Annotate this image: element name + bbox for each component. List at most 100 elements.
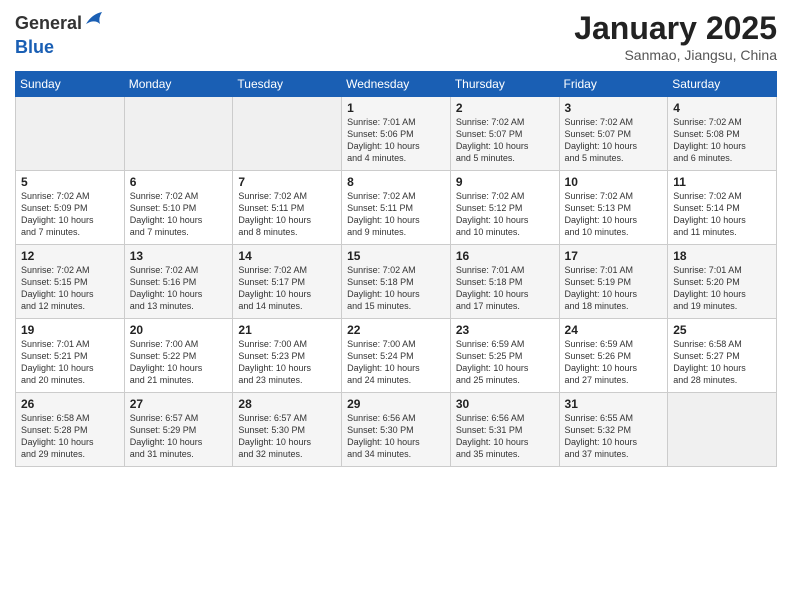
week-row-1: 1Sunrise: 7:01 AMSunset: 5:06 PMDaylight… xyxy=(16,97,777,171)
day-number: 13 xyxy=(130,249,228,263)
day-number: 11 xyxy=(673,175,771,189)
day-number: 9 xyxy=(456,175,554,189)
table-cell: 3Sunrise: 7:02 AMSunset: 5:07 PMDaylight… xyxy=(559,97,668,171)
table-cell: 1Sunrise: 7:01 AMSunset: 5:06 PMDaylight… xyxy=(342,97,451,171)
day-number: 8 xyxy=(347,175,445,189)
day-number: 21 xyxy=(238,323,336,337)
table-cell: 16Sunrise: 7:01 AMSunset: 5:18 PMDayligh… xyxy=(450,245,559,319)
day-info: Sunrise: 7:01 AMSunset: 5:20 PMDaylight:… xyxy=(673,264,771,313)
day-info: Sunrise: 7:02 AMSunset: 5:13 PMDaylight:… xyxy=(565,190,663,239)
logo: General Blue xyxy=(15,10,104,58)
table-cell: 14Sunrise: 7:02 AMSunset: 5:17 PMDayligh… xyxy=(233,245,342,319)
day-info: Sunrise: 7:01 AMSunset: 5:06 PMDaylight:… xyxy=(347,116,445,165)
table-cell: 11Sunrise: 7:02 AMSunset: 5:14 PMDayligh… xyxy=(668,171,777,245)
table-cell: 29Sunrise: 6:56 AMSunset: 5:30 PMDayligh… xyxy=(342,393,451,467)
table-cell xyxy=(233,97,342,171)
table-cell xyxy=(668,393,777,467)
table-cell: 15Sunrise: 7:02 AMSunset: 5:18 PMDayligh… xyxy=(342,245,451,319)
table-cell: 13Sunrise: 7:02 AMSunset: 5:16 PMDayligh… xyxy=(124,245,233,319)
col-thursday: Thursday xyxy=(450,72,559,97)
col-tuesday: Tuesday xyxy=(233,72,342,97)
day-number: 16 xyxy=(456,249,554,263)
table-cell: 6Sunrise: 7:02 AMSunset: 5:10 PMDaylight… xyxy=(124,171,233,245)
day-number: 26 xyxy=(21,397,119,411)
day-info: Sunrise: 6:56 AMSunset: 5:30 PMDaylight:… xyxy=(347,412,445,461)
day-number: 6 xyxy=(130,175,228,189)
day-number: 30 xyxy=(456,397,554,411)
day-info: Sunrise: 7:02 AMSunset: 5:18 PMDaylight:… xyxy=(347,264,445,313)
weekday-header-row: Sunday Monday Tuesday Wednesday Thursday… xyxy=(16,72,777,97)
col-wednesday: Wednesday xyxy=(342,72,451,97)
day-info: Sunrise: 7:00 AMSunset: 5:24 PMDaylight:… xyxy=(347,338,445,387)
table-cell: 7Sunrise: 7:02 AMSunset: 5:11 PMDaylight… xyxy=(233,171,342,245)
day-info: Sunrise: 6:58 AMSunset: 5:27 PMDaylight:… xyxy=(673,338,771,387)
day-info: Sunrise: 6:55 AMSunset: 5:32 PMDaylight:… xyxy=(565,412,663,461)
day-info: Sunrise: 7:02 AMSunset: 5:09 PMDaylight:… xyxy=(21,190,119,239)
col-sunday: Sunday xyxy=(16,72,125,97)
table-cell: 21Sunrise: 7:00 AMSunset: 5:23 PMDayligh… xyxy=(233,319,342,393)
day-info: Sunrise: 6:57 AMSunset: 5:29 PMDaylight:… xyxy=(130,412,228,461)
day-number: 22 xyxy=(347,323,445,337)
day-info: Sunrise: 6:56 AMSunset: 5:31 PMDaylight:… xyxy=(456,412,554,461)
table-cell: 28Sunrise: 6:57 AMSunset: 5:30 PMDayligh… xyxy=(233,393,342,467)
logo-blue: Blue xyxy=(15,37,54,57)
logo-general: General xyxy=(15,14,82,34)
table-cell: 26Sunrise: 6:58 AMSunset: 5:28 PMDayligh… xyxy=(16,393,125,467)
day-info: Sunrise: 7:02 AMSunset: 5:14 PMDaylight:… xyxy=(673,190,771,239)
day-number: 2 xyxy=(456,101,554,115)
day-number: 4 xyxy=(673,101,771,115)
day-number: 1 xyxy=(347,101,445,115)
col-monday: Monday xyxy=(124,72,233,97)
table-cell: 22Sunrise: 7:00 AMSunset: 5:24 PMDayligh… xyxy=(342,319,451,393)
day-info: Sunrise: 6:59 AMSunset: 5:25 PMDaylight:… xyxy=(456,338,554,387)
week-row-5: 26Sunrise: 6:58 AMSunset: 5:28 PMDayligh… xyxy=(16,393,777,467)
day-info: Sunrise: 7:01 AMSunset: 5:21 PMDaylight:… xyxy=(21,338,119,387)
day-info: Sunrise: 7:02 AMSunset: 5:11 PMDaylight:… xyxy=(347,190,445,239)
day-number: 29 xyxy=(347,397,445,411)
table-cell: 2Sunrise: 7:02 AMSunset: 5:07 PMDaylight… xyxy=(450,97,559,171)
table-cell: 23Sunrise: 6:59 AMSunset: 5:25 PMDayligh… xyxy=(450,319,559,393)
table-cell: 19Sunrise: 7:01 AMSunset: 5:21 PMDayligh… xyxy=(16,319,125,393)
day-info: Sunrise: 7:02 AMSunset: 5:07 PMDaylight:… xyxy=(565,116,663,165)
table-cell: 30Sunrise: 6:56 AMSunset: 5:31 PMDayligh… xyxy=(450,393,559,467)
day-info: Sunrise: 7:02 AMSunset: 5:15 PMDaylight:… xyxy=(21,264,119,313)
table-cell: 12Sunrise: 7:02 AMSunset: 5:15 PMDayligh… xyxy=(16,245,125,319)
day-number: 17 xyxy=(565,249,663,263)
table-cell: 31Sunrise: 6:55 AMSunset: 5:32 PMDayligh… xyxy=(559,393,668,467)
day-info: Sunrise: 7:02 AMSunset: 5:07 PMDaylight:… xyxy=(456,116,554,165)
logo-bird-icon xyxy=(84,10,104,38)
table-cell: 18Sunrise: 7:01 AMSunset: 5:20 PMDayligh… xyxy=(668,245,777,319)
table-cell: 27Sunrise: 6:57 AMSunset: 5:29 PMDayligh… xyxy=(124,393,233,467)
day-number: 18 xyxy=(673,249,771,263)
day-number: 5 xyxy=(21,175,119,189)
day-info: Sunrise: 6:58 AMSunset: 5:28 PMDaylight:… xyxy=(21,412,119,461)
table-cell: 8Sunrise: 7:02 AMSunset: 5:11 PMDaylight… xyxy=(342,171,451,245)
day-number: 25 xyxy=(673,323,771,337)
day-number: 20 xyxy=(130,323,228,337)
calendar: Sunday Monday Tuesday Wednesday Thursday… xyxy=(15,71,777,467)
day-info: Sunrise: 6:59 AMSunset: 5:26 PMDaylight:… xyxy=(565,338,663,387)
page: General Blue January 2025 Sanmao, Jiangs… xyxy=(0,0,792,612)
day-info: Sunrise: 7:00 AMSunset: 5:23 PMDaylight:… xyxy=(238,338,336,387)
table-cell xyxy=(16,97,125,171)
day-number: 3 xyxy=(565,101,663,115)
day-info: Sunrise: 7:02 AMSunset: 5:17 PMDaylight:… xyxy=(238,264,336,313)
table-cell: 17Sunrise: 7:01 AMSunset: 5:19 PMDayligh… xyxy=(559,245,668,319)
table-cell: 24Sunrise: 6:59 AMSunset: 5:26 PMDayligh… xyxy=(559,319,668,393)
day-info: Sunrise: 6:57 AMSunset: 5:30 PMDaylight:… xyxy=(238,412,336,461)
table-cell xyxy=(124,97,233,171)
day-info: Sunrise: 7:00 AMSunset: 5:22 PMDaylight:… xyxy=(130,338,228,387)
table-cell: 9Sunrise: 7:02 AMSunset: 5:12 PMDaylight… xyxy=(450,171,559,245)
day-info: Sunrise: 7:02 AMSunset: 5:08 PMDaylight:… xyxy=(673,116,771,165)
week-row-4: 19Sunrise: 7:01 AMSunset: 5:21 PMDayligh… xyxy=(16,319,777,393)
col-saturday: Saturday xyxy=(668,72,777,97)
month-title: January 2025 xyxy=(574,10,777,47)
location: Sanmao, Jiangsu, China xyxy=(574,47,777,63)
day-info: Sunrise: 7:02 AMSunset: 5:16 PMDaylight:… xyxy=(130,264,228,313)
day-number: 12 xyxy=(21,249,119,263)
day-number: 23 xyxy=(456,323,554,337)
day-number: 27 xyxy=(130,397,228,411)
day-number: 28 xyxy=(238,397,336,411)
day-info: Sunrise: 7:02 AMSunset: 5:10 PMDaylight:… xyxy=(130,190,228,239)
table-cell: 4Sunrise: 7:02 AMSunset: 5:08 PMDaylight… xyxy=(668,97,777,171)
